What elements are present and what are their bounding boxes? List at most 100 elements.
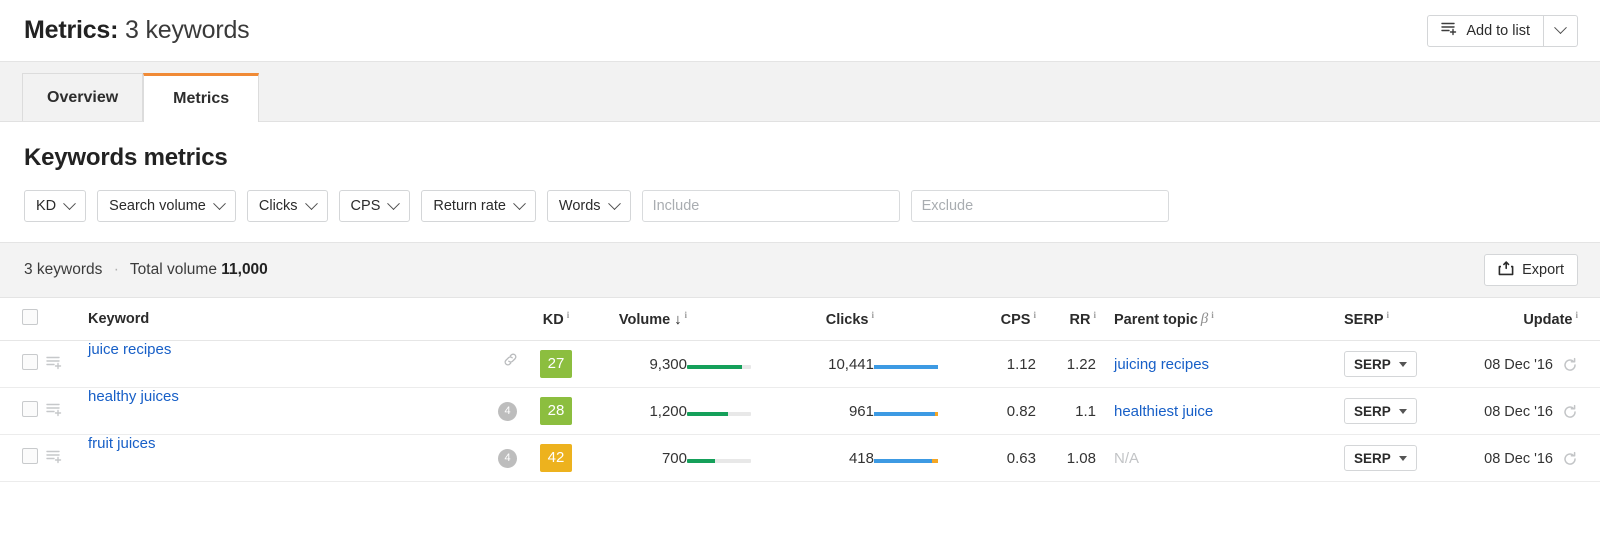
update-date: 08 Dec '16 bbox=[1484, 450, 1553, 467]
parent-topic-link[interactable]: healthiest juice bbox=[1114, 403, 1213, 420]
serp-button[interactable]: SERP bbox=[1344, 445, 1417, 471]
info-icon[interactable]: i bbox=[1093, 310, 1096, 320]
select-all-checkbox[interactable] bbox=[22, 309, 38, 325]
refresh-icon[interactable] bbox=[1562, 357, 1578, 373]
info-icon[interactable]: i bbox=[567, 310, 570, 320]
info-icon[interactable]: i bbox=[1033, 310, 1036, 320]
refresh-icon[interactable] bbox=[1562, 451, 1578, 467]
row-volume-bar-cell bbox=[687, 434, 779, 482]
row-volume-cell: 700 bbox=[587, 434, 687, 482]
clicks-bar-organic bbox=[874, 458, 932, 463]
info-icon[interactable]: i bbox=[684, 310, 687, 320]
info-icon[interactable]: i bbox=[1575, 310, 1578, 320]
row-add-to-list-cell bbox=[46, 387, 88, 435]
keyword-link[interactable]: fruit juices bbox=[88, 435, 156, 452]
include-input[interactable] bbox=[641, 190, 900, 222]
keyword-count-badge-wrap: 4 bbox=[498, 435, 525, 481]
row-kd-cell: 28 bbox=[525, 387, 587, 435]
filter-clicks-label: Clicks bbox=[258, 198, 298, 214]
parent-topic-link[interactable]: juicing recipes bbox=[1114, 356, 1209, 373]
clicks-bar bbox=[874, 364, 938, 369]
tab-metrics[interactable]: Metrics bbox=[143, 73, 260, 122]
filter-search-volume[interactable]: Search volume bbox=[97, 190, 236, 222]
refresh-icon[interactable] bbox=[1562, 404, 1578, 420]
keyword-link[interactable]: healthy juices bbox=[88, 388, 179, 405]
filter-cps-label: CPS bbox=[350, 198, 381, 214]
export-button[interactable]: Export bbox=[1484, 254, 1578, 286]
filter-return-rate[interactable]: Return rate bbox=[421, 190, 536, 222]
row-serp-cell: SERP bbox=[1328, 387, 1460, 435]
info-icon[interactable]: i bbox=[871, 310, 874, 320]
keyword-count-badge: 4 bbox=[498, 401, 517, 421]
list-plus-icon[interactable] bbox=[46, 355, 63, 370]
row-serp-cell: SERP bbox=[1328, 340, 1460, 388]
serp-button[interactable]: SERP bbox=[1344, 351, 1417, 377]
header-kd[interactable]: KD i bbox=[525, 298, 587, 341]
row-checkbox[interactable] bbox=[22, 401, 38, 417]
caret-down-icon bbox=[1398, 455, 1407, 461]
table-header-row: Keyword KD i Volume ↓ i Clicks i CPS i RR i P… bbox=[0, 298, 1600, 341]
add-to-list-button[interactable]: Add to list bbox=[1427, 14, 1544, 47]
exclude-input[interactable] bbox=[910, 190, 1169, 222]
tab-overview[interactable]: Overview bbox=[22, 73, 144, 121]
summary-bar: 3 keywords · Total volume 11,000 Export bbox=[0, 242, 1600, 298]
header-cps[interactable]: CPS i bbox=[966, 298, 1036, 341]
list-plus-icon bbox=[1441, 21, 1458, 40]
header-kd-label: KD bbox=[542, 311, 564, 328]
kd-badge: 27 bbox=[540, 350, 572, 378]
filter-clicks[interactable]: Clicks bbox=[246, 190, 328, 222]
header-serp[interactable]: SERP i bbox=[1328, 298, 1460, 341]
add-to-list-label: Add to list bbox=[1466, 22, 1530, 39]
filter-words[interactable]: Words bbox=[546, 190, 631, 222]
info-icon[interactable]: i bbox=[1211, 310, 1214, 320]
row-parent-topic-cell: N/A bbox=[1096, 434, 1328, 482]
row-volume-cell: 1,200 bbox=[587, 387, 687, 435]
row-select-cell bbox=[0, 340, 46, 388]
header-rr[interactable]: RR i bbox=[1036, 298, 1096, 341]
header-rr-label: RR bbox=[1069, 311, 1091, 328]
header-update[interactable]: Update i bbox=[1460, 298, 1600, 341]
page-title-light: 3 keywords bbox=[125, 16, 250, 44]
update-date: 08 Dec '16 bbox=[1484, 356, 1553, 373]
row-checkbox[interactable] bbox=[22, 354, 38, 370]
chevron-down-icon bbox=[63, 196, 77, 210]
list-plus-icon[interactable] bbox=[46, 449, 63, 464]
row-update-cell: 08 Dec '16 bbox=[1460, 340, 1600, 388]
header-keyword[interactable]: Keyword bbox=[88, 298, 525, 341]
info-icon[interactable]: i bbox=[1387, 310, 1390, 320]
link-icon[interactable] bbox=[502, 341, 525, 387]
header-volume[interactable]: Volume ↓ i bbox=[587, 298, 687, 341]
row-update-cell: 08 Dec '16 bbox=[1460, 434, 1600, 482]
filter-cps[interactable]: CPS bbox=[338, 190, 411, 222]
header-parent-topic[interactable]: Parent topic β i bbox=[1096, 298, 1328, 341]
keyword-link[interactable]: juice recipes bbox=[88, 341, 171, 358]
row-clicks-bar-cell bbox=[874, 434, 966, 482]
summary-separator: · bbox=[113, 261, 119, 278]
serp-button[interactable]: SERP bbox=[1344, 398, 1417, 424]
row-rr-cell: 1.08 bbox=[1036, 434, 1096, 482]
row-checkbox[interactable] bbox=[22, 448, 38, 464]
row-select-cell bbox=[0, 434, 46, 482]
list-plus-icon[interactable] bbox=[46, 402, 63, 417]
filter-kd[interactable]: KD bbox=[24, 190, 87, 222]
header-add-icon-column bbox=[46, 298, 88, 341]
row-rr-cell: 1.22 bbox=[1036, 340, 1096, 388]
add-to-list-dropdown-button[interactable] bbox=[1544, 14, 1578, 47]
header-select-all bbox=[0, 298, 46, 341]
volume-bar-fill bbox=[687, 411, 728, 416]
volume-bar-fill bbox=[687, 458, 716, 463]
header-clicks[interactable]: Clicks i bbox=[779, 298, 874, 341]
volume-bar-fill bbox=[687, 364, 743, 369]
header-volume-label: Volume ↓ bbox=[618, 311, 682, 328]
filter-return-rate-label: Return rate bbox=[433, 198, 506, 214]
clicks-bar-paid bbox=[931, 458, 938, 463]
row-select-cell bbox=[0, 387, 46, 435]
caret-down-icon bbox=[1398, 408, 1407, 414]
row-add-to-list-cell bbox=[46, 434, 88, 482]
summary-keywords-count: 3 keywords bbox=[24, 261, 103, 278]
header-serp-label: SERP bbox=[1344, 311, 1384, 328]
row-clicks-bar-cell bbox=[874, 340, 966, 388]
beta-symbol: β bbox=[1200, 311, 1209, 328]
page-title-strong: Metrics: bbox=[24, 16, 119, 44]
filter-words-label: Words bbox=[558, 198, 601, 214]
